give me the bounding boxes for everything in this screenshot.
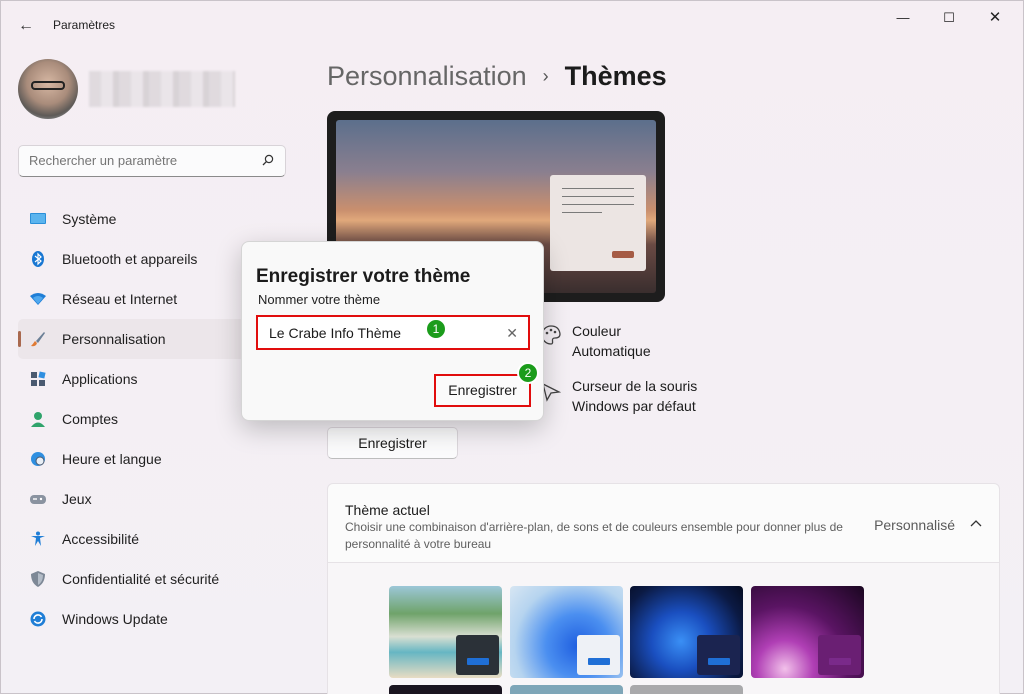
sidebar-item-label: Système [62,211,117,227]
clear-icon[interactable]: ✕ [506,325,518,342]
current-theme-description: Choisir une combinaison d'arrière-plan, … [345,520,843,551]
theme-thumbnail[interactable] [751,586,864,678]
step-badge-1: 1 [425,318,447,340]
avatar-glasses [31,81,65,90]
user-name-blurred [89,71,235,107]
palette-icon [541,325,561,345]
avatar[interactable] [18,59,78,119]
sidebar-item-heure[interactable]: Heure et langue [18,439,286,479]
current-theme-value: Personnalisé [874,517,955,533]
sidebar-item-label: Confidentialité et sécurité [62,571,220,587]
search-input[interactable] [29,153,249,168]
close-button[interactable]: ✕ [975,7,1015,29]
theme-thumbnail-window [818,635,861,675]
back-arrow-icon[interactable]: ← [15,15,37,37]
dialog-save-button[interactable]: Enregistrer [434,374,531,407]
save-theme-dialog: Enregistrer votre thème Nommer votre thè… [241,241,544,421]
sidebar-item-label: Comptes [62,411,119,427]
theme-thumbnail[interactable] [389,586,502,678]
save-theme-button[interactable]: Enregistrer [327,427,458,459]
color-label: Couleur [572,323,622,339]
app-title: Paramètres [53,18,116,32]
apps-icon [31,371,46,386]
sidebar-item-label: Réseau et Internet [62,291,178,307]
current-theme-card[interactable]: Thème actuel Choisir une combinaison d'a… [327,483,1000,563]
sidebar-item-label: Bluetooth et appareils [62,251,198,267]
current-theme-title: Thème actuel [345,502,430,518]
preview-window [550,175,646,271]
chevron-right-icon: › [542,66,549,86]
wifi-icon [30,293,46,305]
globe-clock-icon [31,452,45,466]
cursor-label: Curseur de la souris [572,378,698,394]
theme-thumbnail-window [577,635,620,675]
theme-name-input[interactable] [269,325,489,341]
minimize-button[interactable]: — [883,7,923,29]
step-badge-2: 2 [517,362,539,384]
theme-thumbnail[interactable] [510,586,623,678]
color-value: Automatique [572,343,651,359]
theme-thumbnail[interactable] [630,586,743,678]
sidebar-item-label: Accessibilité [62,531,140,547]
title-bar: ← Paramètres — ☐ ✕ [1,1,1023,49]
bluetooth-icon [32,251,44,267]
cursor-icon [542,382,561,402]
sidebar-item-accessibilite[interactable]: Accessibilité [18,519,286,559]
person-icon [31,412,45,427]
chevron-up-icon[interactable] [970,518,982,528]
settings-window: ← Paramètres — ☐ ✕ Système Bluetooth et … [0,0,1024,694]
sidebar-item-confidentialite[interactable]: Confidentialité et sécurité [18,559,286,599]
maximize-button[interactable]: ☐ [929,7,969,29]
dialog-field-label: Nommer votre thème [258,292,381,307]
theme-thumbnail[interactable] [510,685,623,694]
sidebar-item-systeme[interactable]: Système [18,199,286,239]
brush-icon [31,332,45,347]
search-box[interactable] [18,145,286,177]
theme-thumbnail[interactable] [630,685,743,694]
sidebar-item-windows-update[interactable]: Windows Update [18,599,286,639]
sidebar-item-label: Heure et langue [62,451,162,467]
breadcrumb: Personnalisation › Thèmes [327,61,667,92]
sidebar-item-label: Windows Update [62,611,168,627]
monitor-icon [30,213,46,224]
theme-thumbnail-window [456,635,499,675]
theme-thumbnail[interactable] [389,685,502,694]
theme-thumbnail-window [697,635,740,675]
dialog-title: Enregistrer votre thème [256,266,471,287]
sidebar-item-label: Jeux [62,491,92,507]
sidebar-item-label: Personnalisation [62,331,166,347]
sidebar-item-label: Applications [62,371,138,387]
gamepad-icon [30,495,46,504]
page-title: Thèmes [564,61,667,91]
shield-icon [31,571,45,587]
update-icon [30,611,46,627]
cursor-value: Windows par défaut [572,398,696,414]
theme-name-field[interactable]: ✕ [256,315,530,350]
search-icon[interactable] [262,154,274,166]
breadcrumb-parent[interactable]: Personnalisation [327,61,527,91]
sidebar-item-jeux[interactable]: Jeux [18,479,286,519]
accessibility-icon [31,531,45,546]
